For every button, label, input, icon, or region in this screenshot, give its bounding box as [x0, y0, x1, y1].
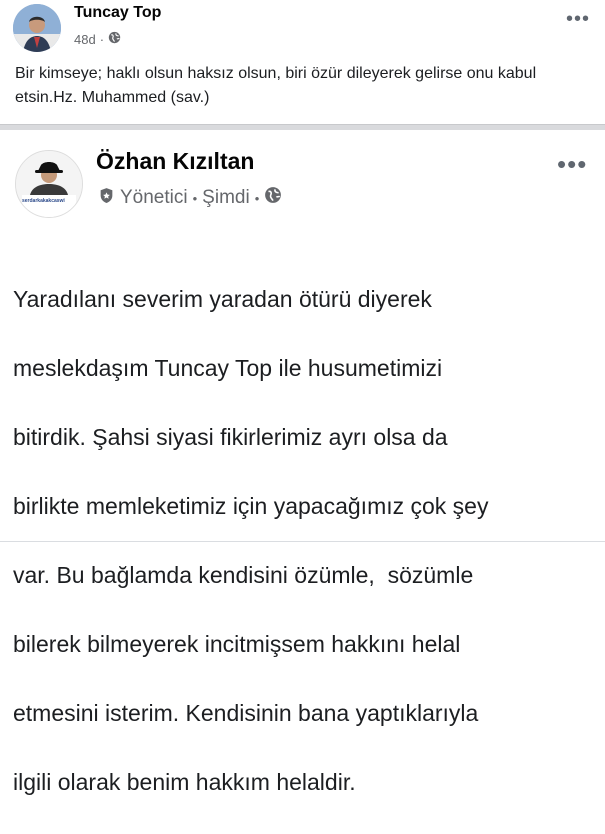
profile-photo — [13, 4, 61, 52]
meta-separator: • — [192, 190, 198, 206]
post-text-line: bilerek bilmeyerek incitmişsem hakkını h… — [13, 630, 461, 657]
post-text-line: bitirdik. Şahsi siyasi fikirlerimiz ayrı… — [13, 423, 448, 450]
role-label[interactable]: Yönetici — [120, 187, 188, 209]
post-tuncay: Tuncay Top 48d · ••• Bir kimseye; haklı … — [0, 0, 605, 124]
author-name[interactable]: Özhan Kızıltan — [96, 148, 254, 175]
avatar-caption: serdarkakakcaswi — [22, 198, 65, 204]
divider — [0, 541, 605, 542]
more-dots-icon[interactable]: ••• — [557, 151, 587, 177]
post-text: Bir kimseye; haklı olsun haksız olsun, b… — [15, 65, 537, 106]
avatar[interactable]: serdarkakakcaswi — [15, 150, 83, 218]
post-text-line: ilgili olarak benim hakkım helaldir. — [13, 768, 356, 795]
post-time[interactable]: 48d — [74, 32, 96, 47]
post-text-line: var. Bu bağlamda kendisini özümle, sözüm… — [13, 561, 474, 588]
post-meta: 48d · — [74, 31, 121, 47]
post-ozhan: serdarkakakcaswi Özhan Kızıltan Yönetici… — [0, 130, 605, 795]
post-meta: Yönetici • Şimdi • — [98, 186, 282, 210]
globe-icon — [264, 186, 282, 210]
more-dots-icon[interactable]: ••• — [566, 9, 590, 29]
post-text-line: meslekdaşım Tuncay Top ile husumetimizi — [13, 354, 443, 381]
globe-icon — [108, 31, 121, 47]
meta-separator: · — [99, 31, 105, 47]
profile-photo — [16, 151, 82, 217]
author-name[interactable]: Tuncay Top — [74, 4, 161, 22]
admin-badge-icon — [98, 187, 115, 210]
post-text-line: etmesini isterim. Kendisinin bana yaptık… — [13, 699, 479, 726]
avatar[interactable] — [13, 4, 61, 52]
meta-separator: • — [254, 190, 260, 206]
post-time[interactable]: Şimdi — [202, 187, 250, 209]
post-text-line: Yaradılanı severim yaradan ötürü diyerek — [13, 285, 432, 312]
post-text-line: birlikte memleketimiz için yapacağımız ç… — [13, 492, 489, 519]
